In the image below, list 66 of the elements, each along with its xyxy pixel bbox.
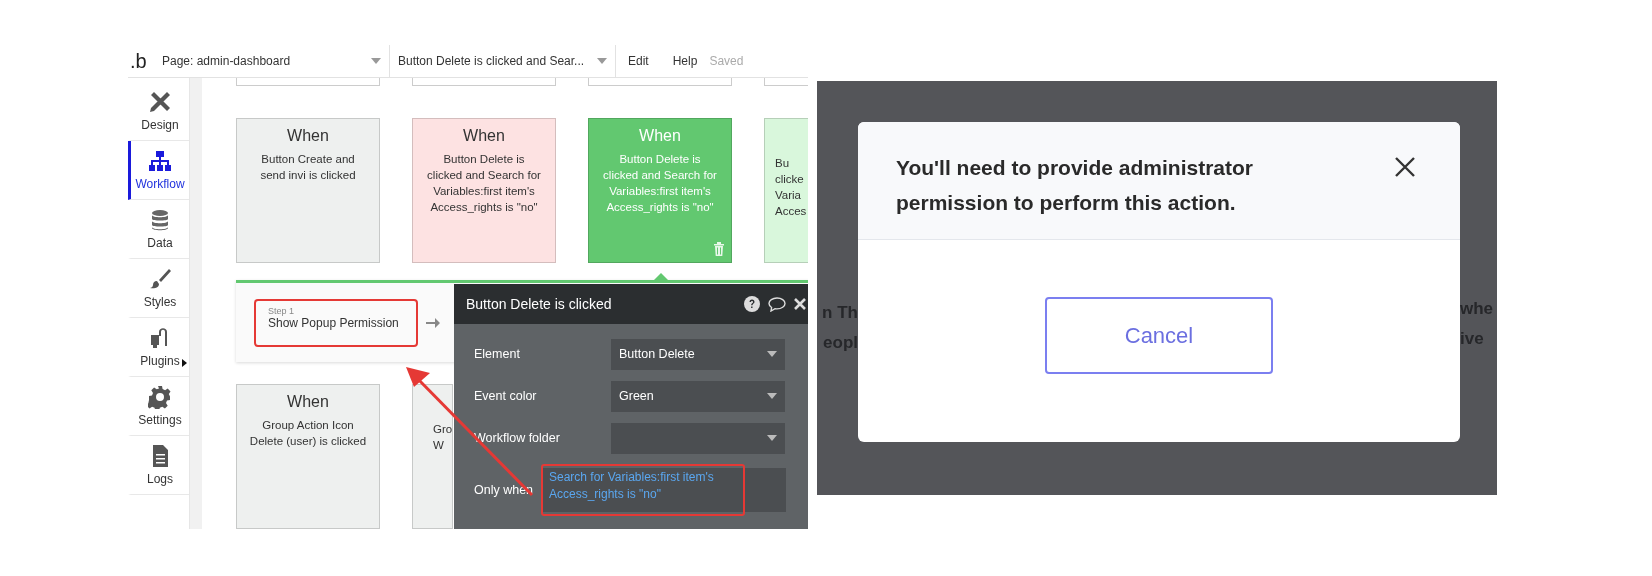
card-text: Access_rights is "no"	[429, 200, 539, 215]
hierarchy-icon	[148, 149, 172, 173]
sidebar-item[interactable]: Workflow	[128, 141, 189, 200]
step-label: Step 1	[268, 305, 296, 316]
card-title: When	[462, 127, 506, 145]
sidebar-item[interactable]: Styles	[128, 259, 189, 318]
sidebar-item[interactable]: Data	[128, 200, 189, 259]
card-text: W	[433, 438, 444, 453]
card-text: Bu	[775, 156, 790, 171]
caret-icon	[767, 351, 777, 357]
field-label: Element	[474, 347, 521, 361]
card-text: Delete (user) is clicked	[248, 434, 368, 449]
step-card[interactable]: Step 1 Show Popup Permission	[254, 298, 418, 347]
card-text: Gro	[433, 422, 453, 437]
event-card[interactable]: Bu clicke Varia Acces	[764, 118, 808, 263]
arrow-icon	[426, 316, 440, 329]
card-text: Variables:first item's	[608, 184, 712, 199]
help-icon[interactable]	[744, 296, 760, 312]
card-text: Button Create and	[260, 152, 356, 167]
caret-icon	[371, 58, 381, 64]
workflow-dropdown[interactable]: Button Delete is clicked and Sear...	[390, 45, 616, 78]
card-title: When	[286, 127, 330, 145]
page-dropdown[interactable]: Page: admin-dashboard	[154, 45, 390, 78]
step-action: Show Popup Permission	[268, 315, 400, 330]
menu-item[interactable]: Help	[660, 54, 710, 68]
select-field[interactable]: Green	[611, 380, 785, 412]
expand-arrow-icon[interactable]	[182, 359, 187, 367]
settings-icon	[148, 385, 172, 409]
dialog-message: You'll need to provide administrator permission to perform this action.	[896, 155, 1254, 216]
field-label: Event color	[474, 389, 538, 403]
card-text: clicke	[775, 172, 804, 187]
logo[interactable]: .b	[128, 49, 154, 73]
event-card[interactable]: When Group Action Icon Delete (user) is clicked	[236, 384, 380, 529]
card-text: Button Delete is	[618, 152, 702, 167]
select-field[interactable]	[611, 422, 785, 454]
card-title: When	[638, 127, 682, 145]
panel-title: Button Delete is clicked	[466, 296, 612, 312]
menu-item[interactable]: Edit	[616, 54, 661, 68]
card-text: clicked and Search for	[602, 168, 718, 183]
event-card[interactable]: When Button Create and send invi is clicked	[236, 118, 380, 263]
comment-icon[interactable]	[768, 296, 786, 312]
card-text: Group Action Icon	[261, 418, 355, 433]
card-text: Button Delete is	[442, 152, 526, 167]
card-text: send invi is clicked	[259, 168, 357, 183]
sidebar-item[interactable]: Settings	[128, 377, 189, 436]
card-text: Access_rights is "no"	[605, 200, 715, 215]
tools-icon	[148, 90, 172, 114]
close-icon[interactable]	[794, 298, 806, 310]
event-card[interactable]: Gro W	[412, 384, 453, 529]
sidebar-item[interactable]: Logs	[128, 436, 189, 495]
card-text: Acces	[775, 204, 807, 219]
card-text: Variables:first item's	[432, 184, 536, 199]
cancel-button[interactable]: Cancel	[1045, 297, 1273, 374]
card-title: When	[286, 393, 330, 411]
close-icon	[1394, 156, 1416, 178]
sidebar-item[interactable]: Design	[128, 82, 189, 141]
caret-icon	[597, 58, 607, 64]
sidebar-item[interactable]: Plugins	[128, 318, 189, 377]
select-field[interactable]: Button Delete	[611, 338, 785, 370]
card-text: Varia	[775, 188, 801, 203]
save-status: Saved	[709, 54, 744, 68]
brush-icon	[148, 267, 172, 291]
caret-icon	[767, 435, 777, 441]
event-card[interactable]: When Button Delete is clicked and Search for Variables:first item's Access_rights is "no"	[412, 118, 556, 263]
caret-icon	[767, 393, 777, 399]
card-text: clicked and Search for	[426, 168, 542, 183]
